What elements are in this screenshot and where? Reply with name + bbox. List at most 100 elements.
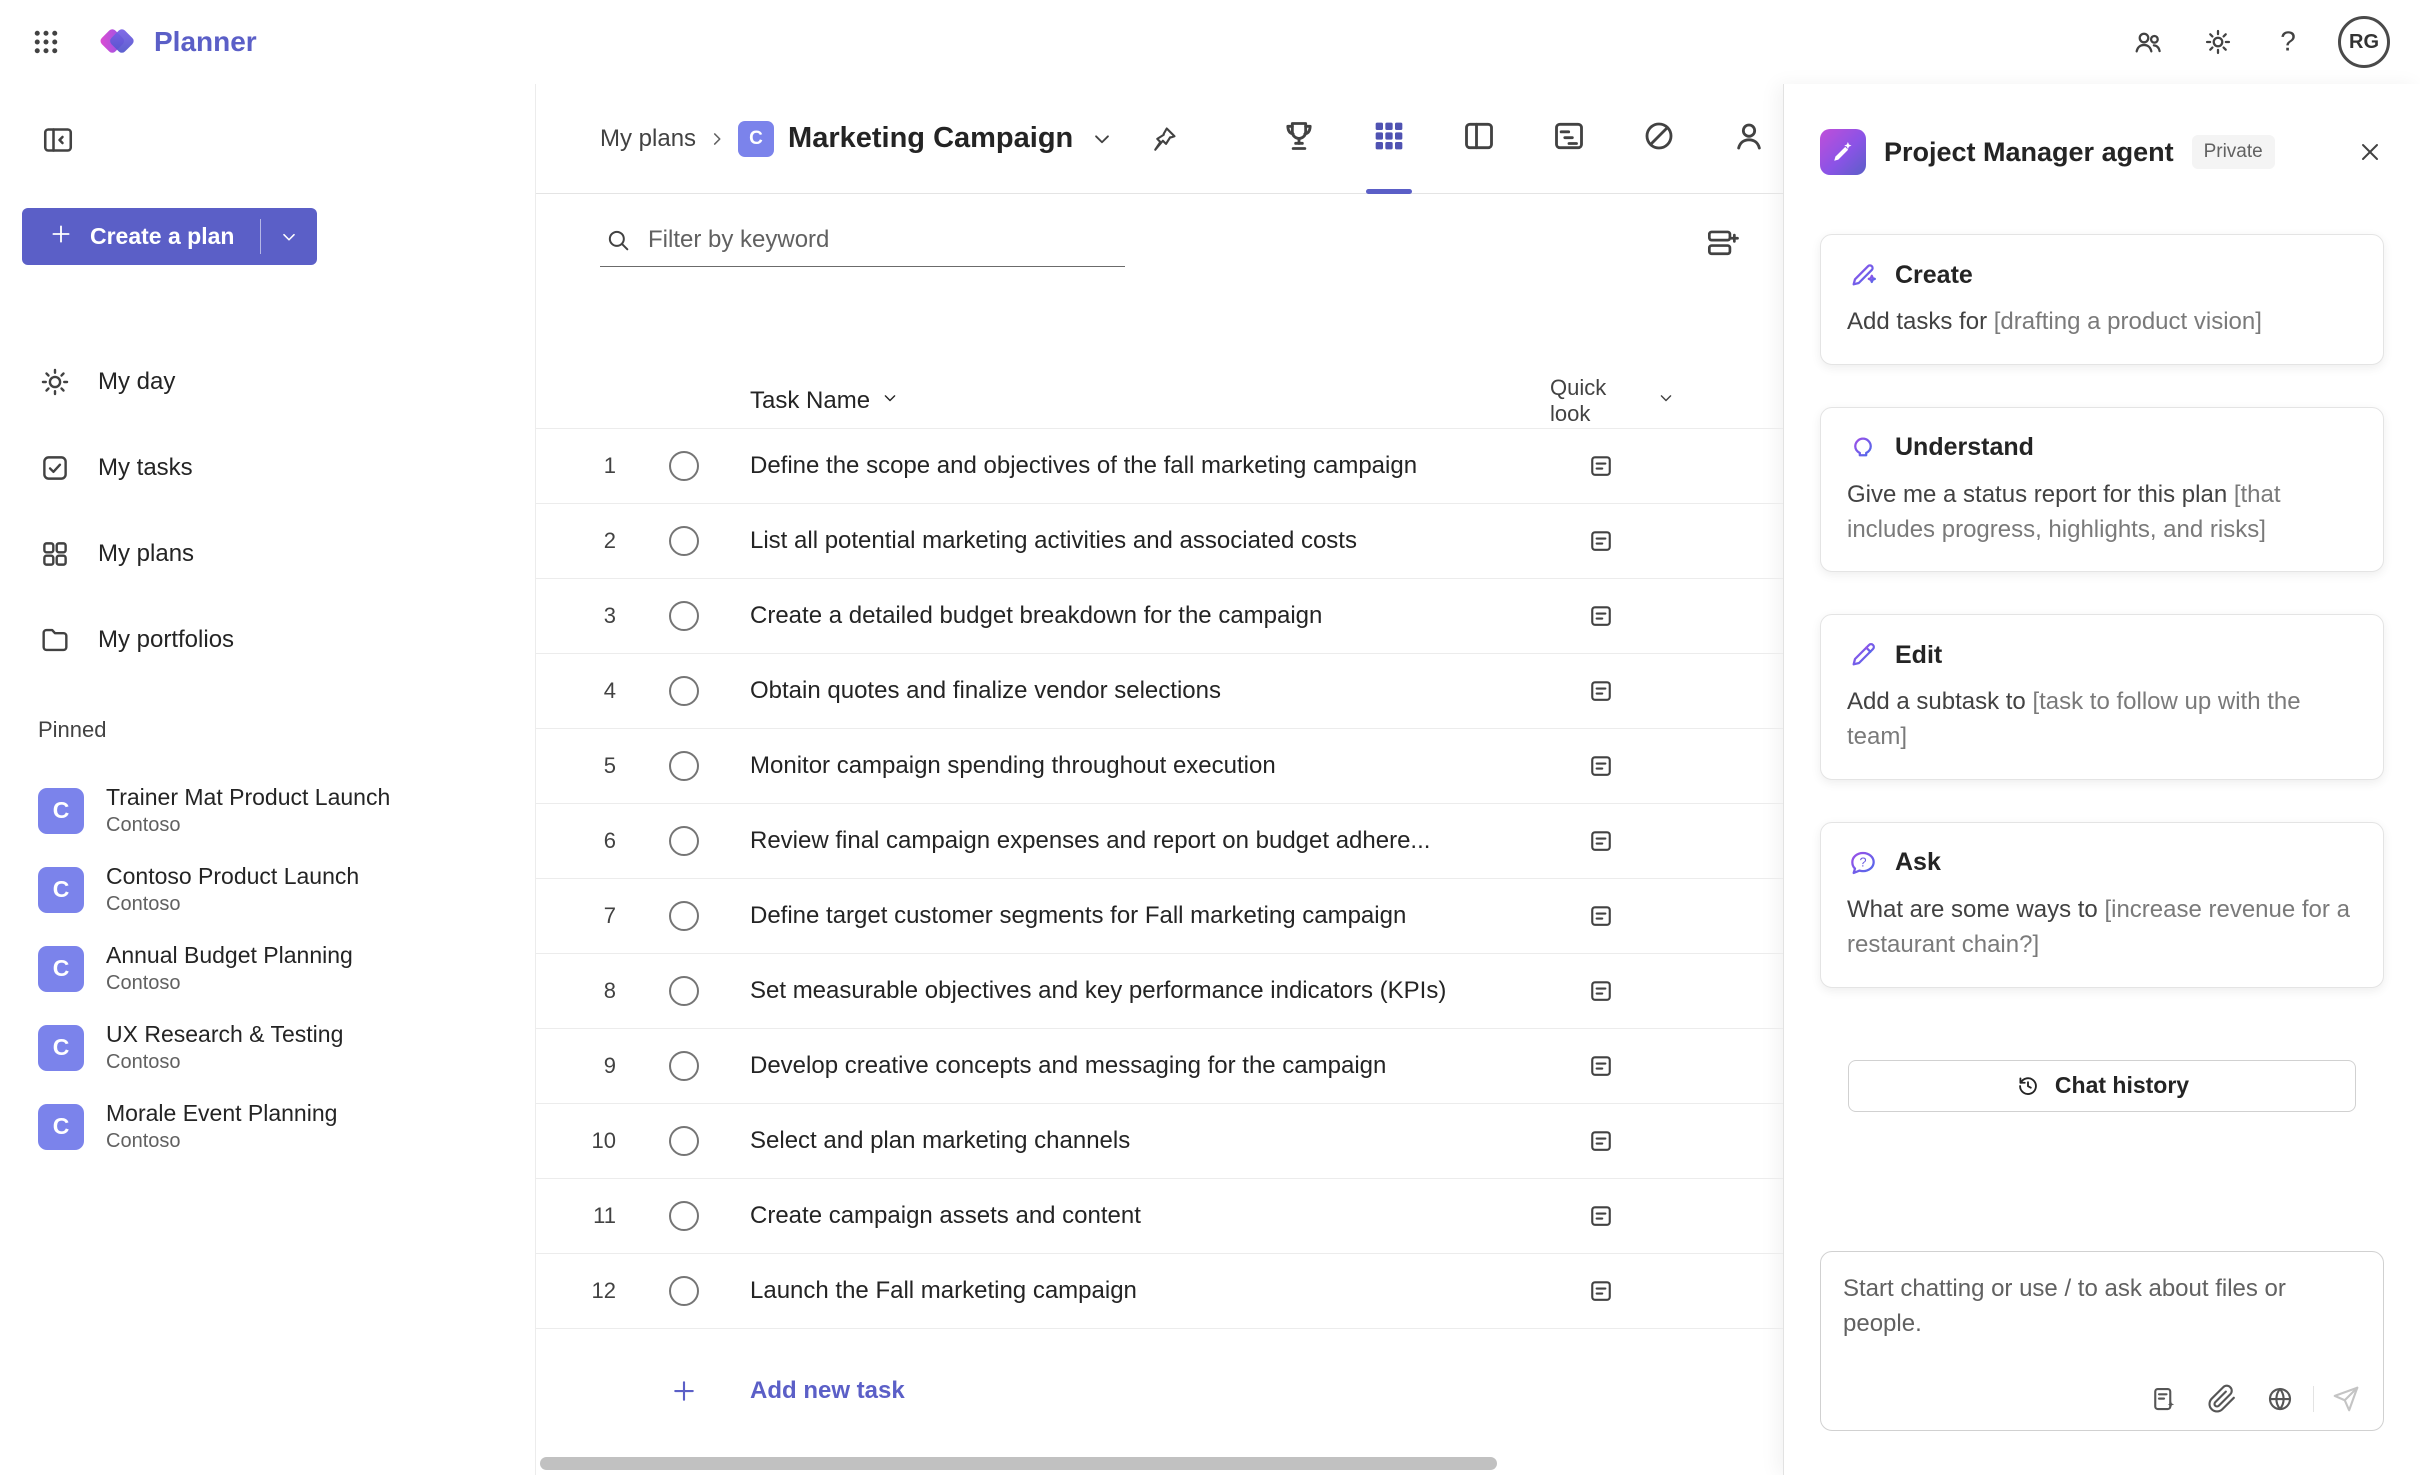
prompts-icon[interactable] — [2149, 1384, 2179, 1414]
sidebar-item-label: My day — [98, 368, 175, 396]
view-tab-people[interactable] — [1721, 84, 1777, 193]
task-row[interactable]: 1 Define the scope and objectives of the… — [536, 429, 1783, 504]
complete-task-checkbox[interactable] — [669, 526, 699, 556]
notes-icon[interactable] — [1586, 676, 1616, 706]
sidebar-item-my-plans[interactable]: My plans — [14, 517, 521, 591]
task-row[interactable]: 3 Create a detailed budget breakdown for… — [536, 579, 1783, 654]
view-tab-board[interactable] — [1451, 84, 1507, 193]
agent-card-understand[interactable]: Understand Give me a status report for t… — [1820, 407, 2384, 573]
add-new-task-button[interactable]: Add new task — [536, 1343, 1783, 1439]
filter-field[interactable] — [600, 218, 1125, 267]
task-title[interactable]: Set measurable objectives and key perfor… — [736, 977, 1526, 1005]
notes-icon[interactable] — [1586, 1201, 1616, 1231]
complete-task-checkbox[interactable] — [669, 1201, 699, 1231]
agent-card-text: Add a subtask to [task to follow up with… — [1847, 685, 2357, 755]
collapse-sidebar-button[interactable] — [36, 118, 80, 162]
task-row[interactable]: 11 Create campaign assets and content — [536, 1179, 1783, 1254]
pinned-plan-morale-event-planning[interactable]: C Morale Event Planning Contoso — [0, 1087, 535, 1166]
attach-icon[interactable] — [2207, 1384, 2237, 1414]
pinned-plan-ux-research-testing[interactable]: C UX Research & Testing Contoso — [0, 1008, 535, 1087]
view-tab-schedule[interactable] — [1541, 84, 1597, 193]
notes-icon[interactable] — [1586, 1126, 1616, 1156]
task-row[interactable]: 4 Obtain quotes and finalize vendor sele… — [536, 654, 1783, 729]
task-row[interactable]: 8 Set measurable objectives and key perf… — [536, 954, 1783, 1029]
agent-card-create[interactable]: Create Add tasks for [drafting a product… — [1820, 234, 2384, 365]
task-row[interactable]: 5 Monitor campaign spending throughout e… — [536, 729, 1783, 804]
task-number: 3 — [536, 603, 632, 629]
notes-icon[interactable] — [1586, 826, 1616, 856]
complete-task-checkbox[interactable] — [669, 976, 699, 1006]
view-tab-goals[interactable] — [1271, 84, 1327, 193]
avatar[interactable]: RG — [2338, 16, 2390, 68]
sidebar-item-label: My portfolios — [98, 626, 234, 654]
task-title[interactable]: Launch the Fall marketing campaign — [736, 1277, 1526, 1305]
plus-icon — [48, 221, 74, 253]
complete-task-checkbox[interactable] — [669, 901, 699, 931]
column-options-button[interactable] — [1703, 224, 1741, 262]
task-title[interactable]: List all potential marketing activities … — [736, 527, 1526, 555]
task-row[interactable]: 10 Select and plan marketing channels — [536, 1104, 1783, 1179]
column-quick-look[interactable]: Quick look — [1526, 375, 1676, 427]
help-icon[interactable]: ? — [2262, 16, 2314, 68]
sidebar-item-my-portfolios[interactable]: My portfolios — [14, 603, 521, 677]
view-tab-charts[interactable] — [1631, 84, 1687, 193]
plan-menu-chevron-icon[interactable] — [1089, 126, 1115, 152]
complete-task-checkbox[interactable] — [669, 751, 699, 781]
plan-title: Marketing Campaign — [788, 122, 1073, 155]
complete-task-checkbox[interactable] — [669, 1126, 699, 1156]
notes-icon[interactable] — [1586, 601, 1616, 631]
task-title[interactable]: Monitor campaign spending throughout exe… — [736, 752, 1526, 780]
horizontal-scrollbar[interactable] — [540, 1457, 1773, 1471]
complete-task-checkbox[interactable] — [669, 1051, 699, 1081]
task-title[interactable]: Obtain quotes and finalize vendor select… — [736, 677, 1526, 705]
notes-icon[interactable] — [1586, 451, 1616, 481]
task-row[interactable]: 9 Develop creative concepts and messagin… — [536, 1029, 1783, 1104]
task-row[interactable]: 7 Define target customer segments for Fa… — [536, 879, 1783, 954]
notes-icon[interactable] — [1586, 526, 1616, 556]
task-title[interactable]: Create campaign assets and content — [736, 1202, 1526, 1230]
notes-icon[interactable] — [1586, 976, 1616, 1006]
pinned-plan-annual-budget-planning[interactable]: C Annual Budget Planning Contoso — [0, 929, 535, 1008]
agent-card-ask[interactable]: ? Ask What are some ways to [increase re… — [1820, 822, 2384, 988]
create-plan-button[interactable]: Create a plan — [22, 208, 317, 265]
globe-icon[interactable] — [2265, 1384, 2295, 1414]
complete-task-checkbox[interactable] — [669, 826, 699, 856]
task-row[interactable]: 6 Review final campaign expenses and rep… — [536, 804, 1783, 879]
column-task-name[interactable]: Task Name — [736, 387, 1526, 415]
task-title[interactable]: Create a detailed budget breakdown for t… — [736, 602, 1526, 630]
complete-task-checkbox[interactable] — [669, 1276, 699, 1306]
complete-task-checkbox[interactable] — [669, 601, 699, 631]
close-panel-button[interactable] — [2356, 138, 2384, 166]
sidebar-item-my-day[interactable]: My day — [14, 345, 521, 419]
notes-icon[interactable] — [1586, 751, 1616, 781]
complete-task-checkbox[interactable] — [669, 676, 699, 706]
task-row[interactable]: 2 List all potential marketing activitie… — [536, 504, 1783, 579]
task-title[interactable]: Develop creative concepts and messaging … — [736, 1052, 1526, 1080]
schedule-view-icon — [1549, 116, 1589, 161]
create-plan-menu-button[interactable] — [261, 208, 317, 265]
sidebar-item-my-tasks[interactable]: My tasks — [14, 431, 521, 505]
people-icon[interactable] — [2122, 16, 2174, 68]
scrollbar-thumb[interactable] — [540, 1457, 1497, 1470]
task-title[interactable]: Review final campaign expenses and repor… — [736, 827, 1526, 855]
complete-task-checkbox[interactable] — [669, 451, 699, 481]
notes-icon[interactable] — [1586, 1051, 1616, 1081]
notes-icon[interactable] — [1586, 1276, 1616, 1306]
view-tab-grid[interactable] — [1361, 84, 1417, 193]
task-title[interactable]: Define target customer segments for Fall… — [736, 902, 1526, 930]
pinned-plan-trainer-mat-product-launch[interactable]: C Trainer Mat Product Launch Contoso — [0, 771, 535, 850]
settings-icon[interactable] — [2192, 16, 2244, 68]
task-row[interactable]: 12 Launch the Fall marketing campaign — [536, 1254, 1783, 1329]
app-launcher-button[interactable] — [22, 18, 70, 66]
pinned-plan-contoso-product-launch[interactable]: C Contoso Product Launch Contoso — [0, 850, 535, 929]
agent-card-edit[interactable]: Edit Add a subtask to [task to follow up… — [1820, 614, 2384, 780]
breadcrumb-my-plans[interactable]: My plans — [600, 125, 696, 153]
notes-icon[interactable] — [1586, 901, 1616, 931]
chat-composer[interactable]: Start chatting or use / to ask about fil… — [1820, 1251, 2384, 1431]
task-title[interactable]: Select and plan marketing channels — [736, 1127, 1526, 1155]
chat-history-button[interactable]: Chat history — [1848, 1060, 2356, 1112]
filter-input[interactable] — [648, 226, 1121, 254]
pin-plan-button[interactable] — [1149, 124, 1179, 154]
task-title[interactable]: Define the scope and objectives of the f… — [736, 452, 1526, 480]
pinned-plan-org: Contoso — [106, 1130, 337, 1153]
